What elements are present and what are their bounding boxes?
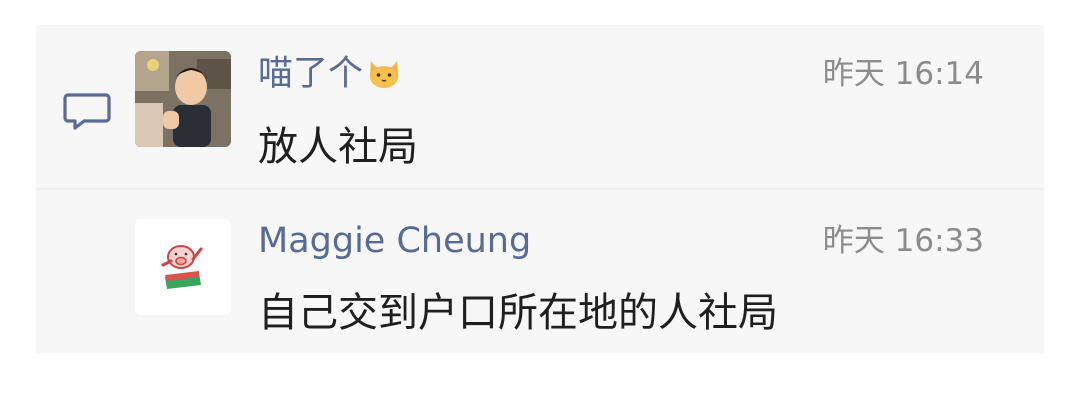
comment-author[interactable]: Maggie Cheung <box>258 219 531 263</box>
avatar[interactable] <box>135 219 231 315</box>
comment-bubble-icon <box>63 93 111 130</box>
avatar[interactable] <box>135 51 231 147</box>
comment-item[interactable]: Maggie Cheung 昨天 16:33 自己交到户口所在地的人社局 <box>36 189 1044 353</box>
comment-time: 昨天 16:33 <box>822 223 984 259</box>
pig-sticker-avatar <box>135 219 231 315</box>
comment-text: 自己交到户口所在地的人社局 <box>258 290 778 336</box>
comment-time: 昨天 16:14 <box>822 56 984 92</box>
comment-text: 放人社局 <box>258 124 418 170</box>
comment-item[interactable]: 喵了个 昨天 16:14 放人社局 <box>36 25 1044 189</box>
avatar-photo <box>135 51 231 147</box>
cat-face-icon <box>370 61 399 88</box>
comment-author[interactable]: 喵了个 <box>258 52 403 96</box>
comments-panel: 喵了个 昨天 16:14 放人社局 Maggie Cheung 昨天 16:33… <box>36 25 1044 353</box>
